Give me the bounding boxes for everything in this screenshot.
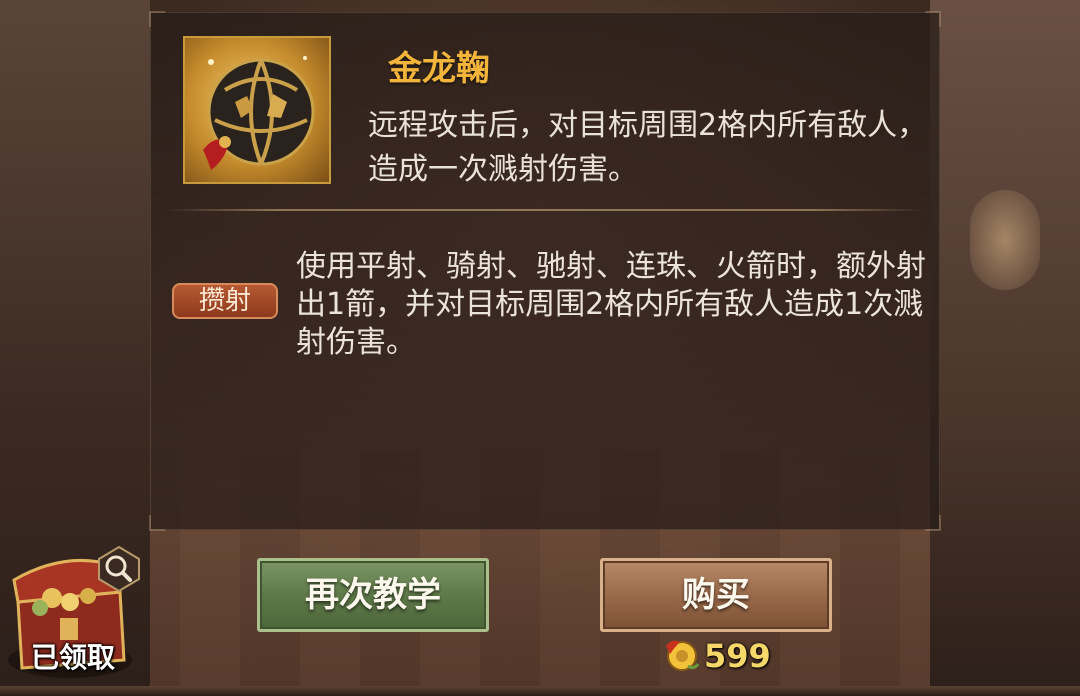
panel-corner-ornament: [925, 11, 941, 27]
bottom-border: [0, 686, 1080, 696]
panel-corner-ornament: [925, 515, 941, 531]
chest-status-label: 已领取: [30, 641, 115, 674]
magnifier-icon[interactable]: [95, 545, 143, 593]
section-divider: [165, 209, 925, 211]
gold-ingot-icon: [662, 636, 700, 674]
panel-corner-ornament: [149, 515, 165, 531]
teach-again-button[interactable]: 再次教学: [257, 558, 489, 632]
background-right-wall: [930, 0, 1080, 696]
item-description: 远程攻击后，对目标周围2格内所有敌人，造成一次溅射伤害。: [368, 108, 928, 187]
skill-badge: 攒射: [172, 283, 278, 319]
buy-button[interactable]: 购买: [600, 558, 832, 632]
price-amount: 599: [704, 637, 771, 675]
golden-dragon-ball-icon: [183, 36, 331, 184]
lantern-decoration: [970, 190, 1040, 290]
skill-description: 使用平射、骑射、驰射、连珠、火箭时，额外射出1箭，并对目标周围2格内所有敌人造成…: [296, 249, 926, 360]
item-name: 金龙鞠: [388, 49, 490, 89]
panel-corner-ornament: [149, 11, 165, 27]
